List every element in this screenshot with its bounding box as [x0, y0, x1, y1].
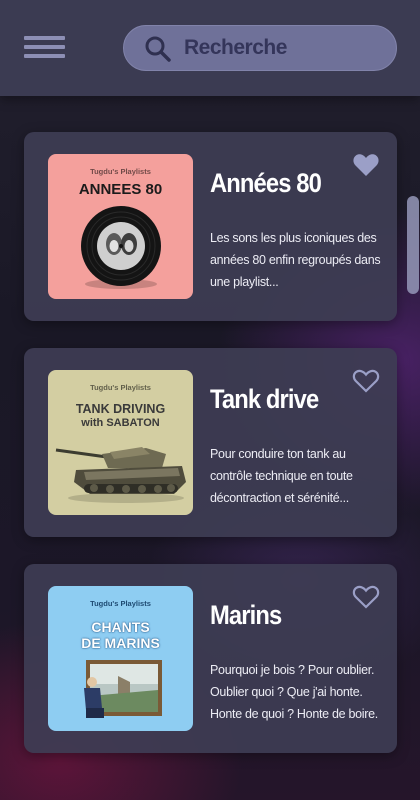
cover-title-line1: CHANTS: [91, 619, 150, 635]
sailor-painting-image: [84, 660, 162, 718]
cover-title-line2: DE MARINS: [81, 635, 160, 651]
search-bar[interactable]: [123, 25, 397, 71]
playlist-description: Les sons les plus iconiques des années 8…: [210, 231, 381, 289]
heart-outline-icon[interactable]: [352, 584, 380, 610]
cover-brand-label: Tugdu's Playlists: [90, 383, 151, 392]
menu-icon[interactable]: [24, 36, 65, 58]
scrollbar-thumb[interactable]: [407, 196, 419, 294]
cover-brand-label: Tugdu's Playlists: [90, 167, 151, 176]
playlist-cover: Tugdu's Playlists TANK DRIVING with SABA…: [48, 370, 193, 515]
tank-image: [55, 447, 186, 503]
search-input[interactable]: [184, 26, 384, 70]
playlist-title: Tank drive: [210, 384, 319, 414]
cover-title: ANNEES 80: [78, 181, 163, 198]
search-icon: [145, 36, 171, 62]
playlist-card[interactable]: Tugdu's Playlists ANNEES 80 Années 80 Le…: [24, 132, 397, 321]
playlist-cover: Tugdu's Playlists ANNEES 80: [48, 154, 193, 299]
playlist-cover: Tugdu's Playlists CHANTS DE MARINS: [48, 586, 193, 731]
cover-title-line2: with SABATON: [81, 417, 160, 429]
playlist-card[interactable]: Tugdu's Playlists CHANTS DE MARINS Marin…: [24, 564, 397, 753]
playlist-description: Pour conduire ton tank au contrôle techn…: [210, 447, 353, 505]
cover-title-line1: TANK DRIVING: [75, 402, 166, 416]
playlist-title: Marins: [210, 600, 282, 630]
top-app-bar: [0, 0, 420, 96]
heart-outline-icon[interactable]: [352, 368, 380, 394]
playlist-title: Années 80: [210, 168, 322, 198]
playlist-card[interactable]: Tugdu's Playlists TANK DRIVING with SABA…: [24, 348, 397, 537]
vinyl-record-image: [81, 206, 161, 289]
playlist-description: Pourquoi je bois ? Pour oublier. Oublier…: [210, 663, 378, 721]
heart-filled-icon[interactable]: [352, 152, 380, 178]
cover-brand-label: Tugdu's Playlists: [90, 599, 151, 608]
